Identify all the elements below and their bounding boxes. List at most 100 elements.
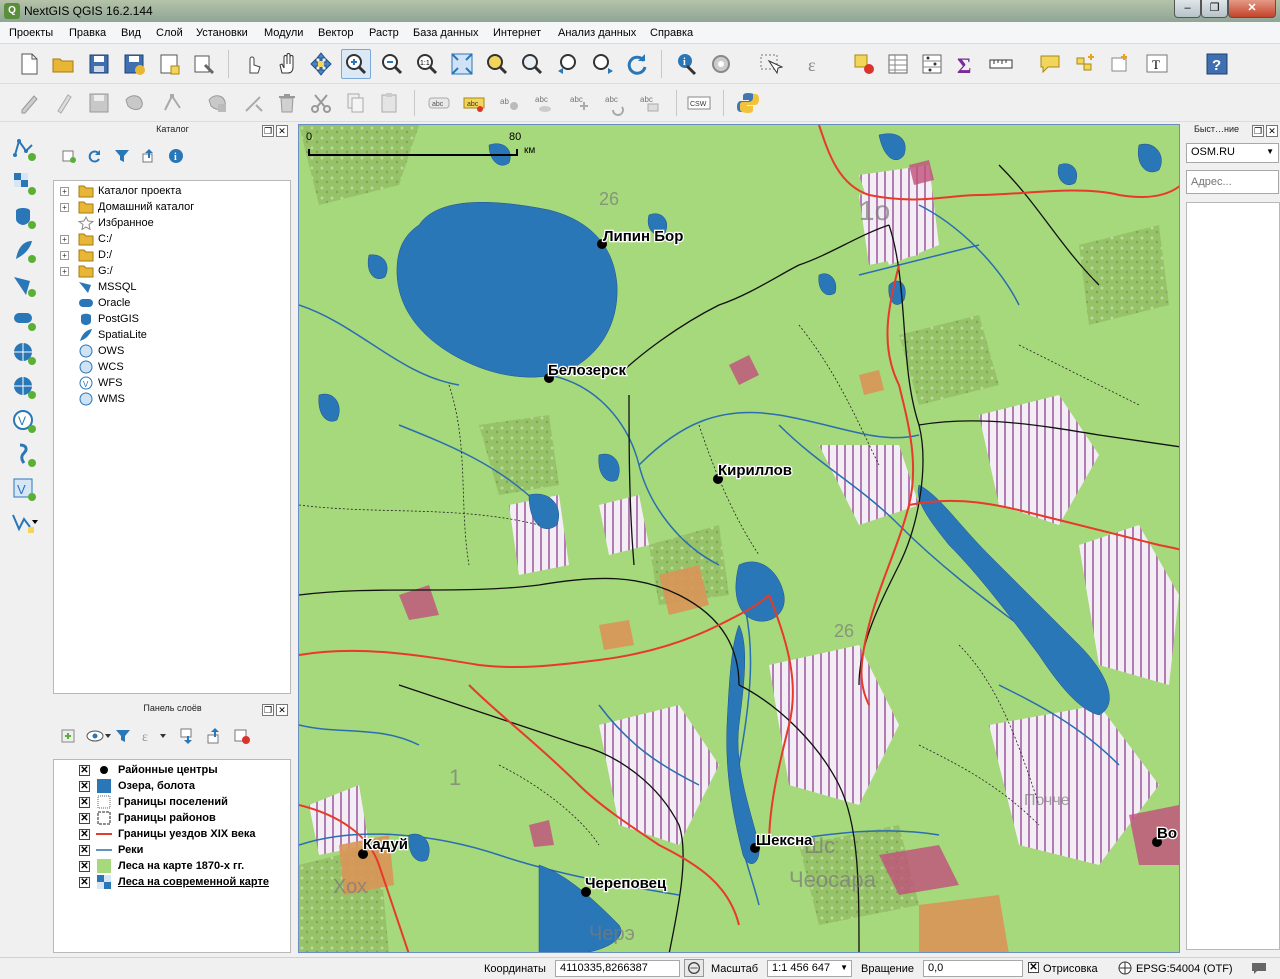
messages-icon[interactable] [1250,961,1268,975]
new-layer-dropdown-icon[interactable] [8,508,40,538]
rotation-field[interactable]: 0,0 [923,960,1023,977]
add-virtual-layer-icon[interactable]: V [8,474,40,504]
menu-projects[interactable]: Проекты [9,27,53,39]
new-project-icon[interactable] [14,49,44,79]
identify-features-icon[interactable]: i [671,49,701,79]
layout-manager-icon[interactable] [189,49,219,79]
panel-float-button[interactable]: ❐ [1252,125,1264,137]
add-spatialite-layer-icon[interactable] [8,236,40,266]
move-label-icon[interactable]: abc [564,88,594,118]
close-button[interactable]: ✕ [1228,0,1276,18]
maximize-button[interactable]: ❐ [1201,0,1228,18]
zoom-last-icon[interactable] [553,49,583,79]
copy-features-icon[interactable] [340,88,370,118]
panel-close-button[interactable]: ✕ [276,704,288,716]
deselect-all-icon[interactable] [849,49,879,79]
menu-plugins[interactable]: Модули [264,27,303,39]
filter-catalog-icon[interactable] [114,148,130,164]
add-wms-layer-icon[interactable] [8,338,40,368]
attribute-table-icon[interactable] [883,49,913,79]
coordinates-field[interactable]: 4110335,8266387 [555,960,680,977]
text-annotation-icon[interactable]: T [1142,49,1172,79]
layer-visibility-checkbox[interactable]: ✕ [79,829,90,840]
add-selected-icon[interactable] [61,148,77,164]
map-canvas[interactable]: 1о 26 1 Шс Чеосара Хох Черэ Почче 26 0 8… [298,124,1180,953]
zoom-to-layer-icon[interactable] [517,49,547,79]
layer-visibility-checkbox[interactable]: ✕ [79,781,90,792]
paste-features-icon[interactable] [375,88,405,118]
add-mssql-layer-icon[interactable] [8,270,40,300]
show-hide-labels-icon[interactable]: abc [529,88,559,118]
layer-styling-icon[interactable] [59,727,77,745]
panel-float-button[interactable]: ❐ [262,704,274,716]
measure-line-icon[interactable] [986,49,1016,79]
zoom-next-icon[interactable] [588,49,618,79]
crs-globe-icon[interactable] [1118,961,1132,975]
menu-vector[interactable]: Вектор [318,27,354,39]
save-as-icon[interactable] [119,49,149,79]
label-tool-icon[interactable]: abc [424,88,454,118]
layer-visibility-checkbox[interactable]: ✕ [79,765,90,776]
zoom-full-icon[interactable] [447,49,477,79]
add-wcs-layer-icon[interactable] [8,372,40,402]
change-label-icon[interactable]: abc [634,88,664,118]
visibility-eye-icon[interactable] [86,727,112,745]
menu-web[interactable]: Интернет [493,27,541,39]
touch-zoom-pan-icon[interactable] [238,49,268,79]
pan-map-icon[interactable] [272,49,302,79]
current-edits-icon[interactable] [14,88,44,118]
panel-close-button[interactable]: ✕ [1266,125,1278,137]
menu-raster[interactable]: Растр [369,27,399,39]
geocoder-provider-select[interactable]: OSM.RU ▼ [1186,143,1279,163]
zoom-out-icon[interactable] [377,49,407,79]
save-project-icon[interactable] [84,49,114,79]
collapse-all-icon[interactable] [141,148,157,164]
new-print-layout-icon[interactable] [154,49,184,79]
minimize-button[interactable]: – [1174,0,1201,18]
save-edits-icon[interactable] [84,88,114,118]
add-raster-layer-icon[interactable] [8,168,40,198]
menu-analysis[interactable]: Анализ данных [558,27,636,39]
add-wfs-layer-icon[interactable]: V [8,406,40,436]
coordinate-toggle-icon[interactable] [684,959,704,977]
refresh-icon[interactable] [622,49,652,79]
render-checkbox[interactable]: ✕ [1028,962,1039,973]
properties-info-icon[interactable]: i [168,148,184,164]
help-icon[interactable]: ? [1202,49,1232,79]
csw-client-icon[interactable]: CSW [684,88,714,118]
select-by-expression-icon[interactable]: ε [802,49,832,79]
add-feature-icon[interactable] [119,88,149,118]
toggle-editing-icon[interactable] [48,88,78,118]
cut-features-icon[interactable] [306,88,336,118]
show-bookmarks-icon[interactable] [1105,49,1135,79]
menu-edit[interactable]: Правка [69,27,106,39]
layer-visibility-checkbox[interactable]: ✕ [79,797,90,808]
layer-visibility-checkbox[interactable]: ✕ [79,813,90,824]
vertex-editor-icon[interactable] [239,88,269,118]
zoom-in-icon[interactable] [341,49,371,79]
panel-close-button[interactable]: ✕ [276,125,288,137]
python-console-icon[interactable] [733,88,763,118]
expand-icon[interactable]: + [60,251,69,260]
pan-to-selection-icon[interactable] [306,49,336,79]
modify-attributes-icon[interactable] [202,88,232,118]
filter-legend-icon[interactable] [114,727,132,745]
layer-visibility-checkbox[interactable]: ✕ [79,877,90,888]
add-oracle-layer-icon[interactable] [8,304,40,334]
scale-select[interactable]: 1:1 456 647 ▼ [767,960,852,977]
statistics-sum-icon[interactable]: Σ [951,49,981,79]
menu-settings[interactable]: Установки [196,27,248,39]
refresh-catalog-icon[interactable] [86,148,102,164]
expand-icon[interactable]: + [60,203,69,212]
remove-layer-icon[interactable] [233,727,251,745]
filter-by-expression-icon[interactable]: ε [140,727,168,745]
menu-view[interactable]: Вид [121,27,141,39]
menu-layer[interactable]: Слой [156,27,183,39]
collapse-all-layers-icon[interactable] [206,727,224,745]
new-bookmark-icon[interactable] [1070,49,1100,79]
layer-visibility-checkbox[interactable]: ✕ [79,861,90,872]
highlight-pinned-labels-icon[interactable]: abc [459,88,489,118]
address-search-input[interactable] [1186,170,1279,194]
panel-float-button[interactable]: ❐ [262,125,274,137]
add-delimited-text-icon[interactable] [8,440,40,470]
